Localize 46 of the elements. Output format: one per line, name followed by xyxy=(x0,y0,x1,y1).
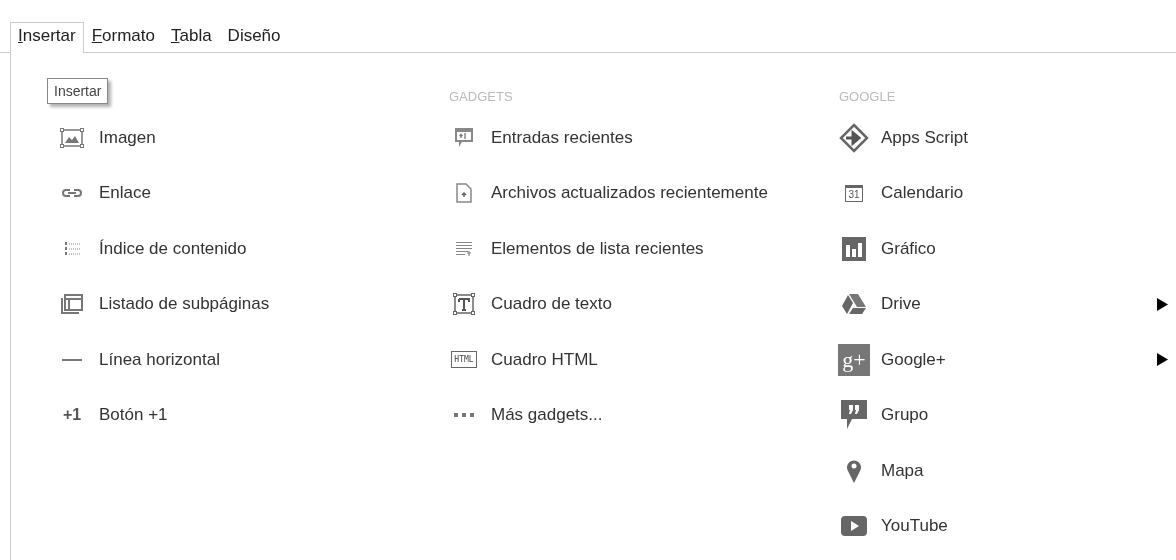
menu-item[interactable]: Grupo xyxy=(881,405,929,426)
menu-item[interactable]: Elementos de lista recientes xyxy=(491,238,704,259)
menu-tab[interactable]: Insertar xyxy=(10,22,84,53)
menu-item[interactable]: Cuadro HTML xyxy=(491,349,598,370)
menu-item[interactable]: Mapa xyxy=(881,460,924,481)
play-icon xyxy=(841,516,867,537)
g-plus-icon: g+ xyxy=(838,343,870,376)
menu-tab[interactable]: Formato xyxy=(83,22,163,52)
menu-item[interactable]: Imagen xyxy=(99,127,156,148)
map-pin-icon xyxy=(846,457,862,484)
link-icon xyxy=(62,188,82,199)
menu-tab[interactable]: Tabla xyxy=(162,22,220,52)
menu-item[interactable]: Línea horizontal xyxy=(99,349,220,370)
section-header: GADGETS xyxy=(449,89,513,104)
numbered-list-icon xyxy=(64,240,80,257)
menu-item[interactable]: Índice de contenido xyxy=(99,238,247,259)
menu-item[interactable]: Listado de subpáginas xyxy=(99,294,270,315)
tooltip: Insertar xyxy=(47,78,109,104)
list-icon xyxy=(455,240,473,257)
menu-item[interactable]: Google+ xyxy=(881,349,946,370)
section-header: GOOGLE xyxy=(839,89,896,104)
menu-item[interactable]: YouTube xyxy=(881,516,948,537)
diamond-arrow-icon xyxy=(839,122,869,153)
calendar-icon: 31 xyxy=(845,184,863,202)
plus-one-icon: +1 xyxy=(62,406,82,425)
image-icon xyxy=(60,127,84,148)
menu-item[interactable]: Entradas recientes xyxy=(491,127,633,148)
menu-item[interactable]: Cuadro de texto xyxy=(491,294,612,315)
bar-chart-icon xyxy=(842,236,866,261)
menu-item[interactable]: Más gadgets... xyxy=(491,405,603,426)
triangle-logo-icon xyxy=(841,293,867,316)
menu-item[interactable]: Drive xyxy=(881,294,921,315)
window-panel-icon xyxy=(61,294,83,315)
dots-icon xyxy=(454,413,474,418)
menu-item[interactable]: Apps Script xyxy=(881,127,968,148)
text-box-icon xyxy=(453,293,475,316)
menu-item[interactable]: Gráfico xyxy=(881,238,936,259)
horizontal-line-icon xyxy=(62,358,82,361)
menu-item[interactable]: Enlace xyxy=(99,183,151,204)
menu-item[interactable]: Calendario xyxy=(881,183,964,204)
menu-item[interactable]: Archivos actualizados recientemente xyxy=(491,183,768,204)
document-icon xyxy=(456,183,472,204)
menu-item[interactable]: Botón +1 xyxy=(99,405,168,426)
speech-bubble-icon xyxy=(454,126,474,149)
html-box-icon: HTML xyxy=(451,351,477,369)
menu-tab[interactable]: Diseño xyxy=(219,22,289,52)
